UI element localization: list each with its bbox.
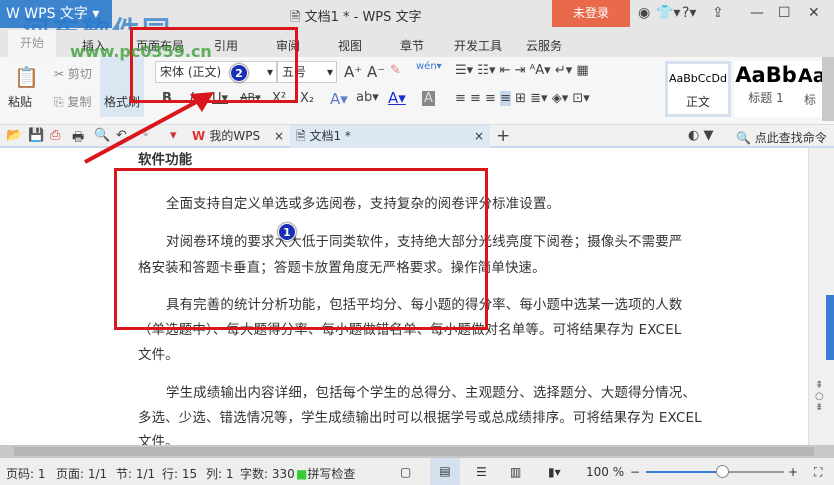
annotation-badge-1: 1 [278,223,296,241]
annotation-arrow [84,92,214,164]
annotation-badge-2: 2 [230,64,248,82]
watermark-url: www.pc0359.cn [70,42,212,61]
